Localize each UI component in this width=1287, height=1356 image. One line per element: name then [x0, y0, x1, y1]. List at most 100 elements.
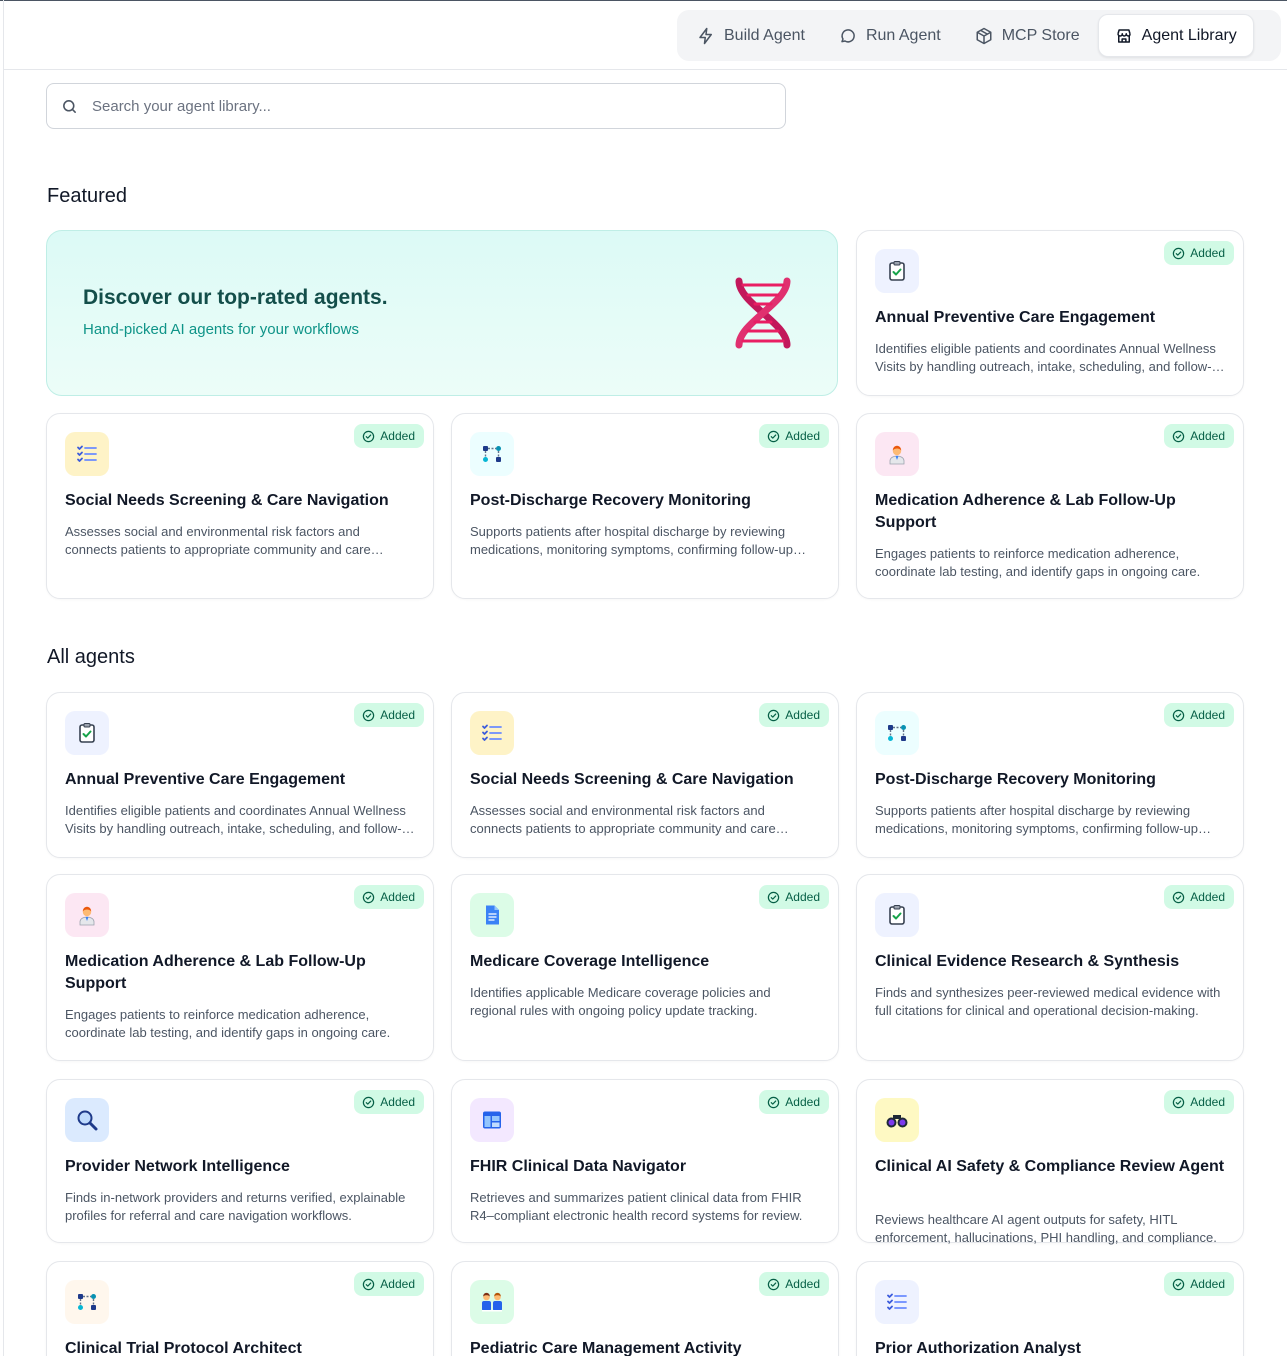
agent-card[interactable]: Added Post-Discharge Recovery Monitoring S…: [451, 413, 839, 599]
agent-card[interactable]: Added Pediatric Care Management Activity: [451, 1261, 839, 1356]
added-badge: Added: [1164, 1272, 1234, 1296]
badge-label: Added: [380, 708, 415, 722]
agent-card[interactable]: Added Clinical Evidence Research & Synthe…: [856, 874, 1244, 1061]
agent-icon-box: [470, 432, 514, 476]
agent-icon-box: [875, 249, 919, 293]
agent-description: Retrieves and summarizes patient clinica…: [470, 1190, 803, 1223]
agent-card[interactable]: Added Annual Preventive Care Engagement Id…: [856, 230, 1244, 396]
tab-label: Run Agent: [865, 26, 941, 44]
badge-label: Added: [380, 1095, 415, 1109]
agent-card[interactable]: Added Social Needs Screening & Care Navig…: [46, 413, 434, 599]
agent-title: Prior Authorization Analyst: [875, 1340, 1081, 1356]
store-icon: [1116, 28, 1131, 43]
clipboard-check-icon: [885, 903, 909, 927]
workflow-icon: [75, 1290, 99, 1314]
agent-description: Finds in-network providers and returns v…: [65, 1190, 406, 1223]
agent-card[interactable]: Added Social Needs Screening & Care Navig…: [451, 692, 839, 858]
agent-description: Supports patients after hospital dischar…: [470, 524, 793, 557]
agent-card[interactable]: Added Prior Authorization Analyst: [856, 1261, 1244, 1356]
agent-title: Annual Preventive Care Engagement: [875, 309, 1156, 326]
agent-title: FHIR Clinical Data Navigator: [470, 1158, 687, 1175]
agent-description: Engages patients to reinforce medication…: [65, 1007, 391, 1040]
agent-title: Medication Adherence & Lab Follow-Up Sup…: [875, 492, 1176, 531]
agent-description: Supports patients after hospital dischar…: [875, 803, 1198, 836]
workflow-icon: [885, 721, 909, 745]
agent-card[interactable]: Added Clinical Trial Protocol Architect: [46, 1261, 434, 1356]
agent-card[interactable]: Added FHIR Clinical Data Navigator Retriev…: [451, 1079, 839, 1243]
check-circle-icon: [768, 1096, 780, 1108]
check-circle-icon: [768, 709, 780, 721]
agent-card[interactable]: Added Post-Discharge Recovery Monitoring S…: [856, 692, 1244, 858]
added-badge: Added: [759, 703, 829, 727]
added-badge: Added: [354, 424, 424, 448]
agent-title: Clinical Evidence Research & Synthesis: [875, 953, 1180, 970]
added-badge: Added: [759, 424, 829, 448]
agent-title: Social Needs Screening & Care Navigation: [65, 492, 389, 509]
agent-card[interactable]: Added Medication Adherence & Lab Follow-U…: [856, 413, 1244, 599]
added-badge: Added: [759, 1090, 829, 1114]
agent-title: Post-Discharge Recovery Monitoring: [470, 492, 751, 509]
tab-run-agent[interactable]: Run Agent: [823, 14, 957, 57]
dna-icon: [735, 277, 791, 349]
hero-subtitle: Hand-picked AI agents for your workflows: [83, 321, 359, 338]
badge-label: Added: [1190, 708, 1225, 722]
agent-icon-box: [875, 432, 919, 476]
badge-label: Added: [785, 1277, 820, 1291]
added-badge: Added: [1164, 241, 1234, 265]
added-badge: Added: [759, 885, 829, 909]
badge-label: Added: [1190, 246, 1225, 260]
badge-label: Added: [380, 1277, 415, 1291]
featured-heading: Featured: [47, 185, 128, 207]
check-circle-icon: [768, 1278, 780, 1290]
clipboard-check-icon: [75, 721, 99, 745]
check-circle-icon: [1173, 1096, 1185, 1108]
clipboard-check-icon: [885, 259, 909, 283]
agent-card[interactable]: Added Clinical AI Safety & Compliance Rev…: [856, 1079, 1244, 1245]
agent-title: Medicare Coverage Intelligence: [470, 953, 710, 970]
agent-title: Clinical AI Safety & Compliance Review A…: [875, 1158, 1225, 1175]
tab-agent-library[interactable]: Agent Library: [1097, 14, 1254, 57]
agent-card[interactable]: Added Medication Adherence & Lab Follow-U…: [46, 874, 434, 1061]
chat-bubble-icon: [841, 28, 855, 43]
agent-title: Annual Preventive Care Engagement: [65, 771, 346, 788]
badge-label: Added: [785, 429, 820, 443]
magnifier-icon: [75, 1108, 99, 1132]
search-input[interactable]: [92, 97, 752, 115]
agent-title: Post-Discharge Recovery Monitoring: [875, 771, 1156, 788]
left-border: [3, 0, 4, 1356]
agent-icon-box: [470, 1098, 514, 1142]
featured-hero-banner[interactable]: Discover our top-rated agents. Hand-pick…: [46, 230, 838, 396]
agent-icon-box: [470, 893, 514, 937]
agent-icon-box: [65, 893, 109, 937]
agent-card[interactable]: Added Annual Preventive Care Engagement Id…: [46, 692, 434, 858]
binoculars-icon: [885, 1108, 909, 1132]
added-badge: Added: [1164, 424, 1234, 448]
check-circle-icon: [1173, 709, 1185, 721]
added-badge: Added: [1164, 1090, 1234, 1114]
check-circle-icon: [1173, 247, 1185, 259]
badge-label: Added: [1190, 890, 1225, 904]
badge-label: Added: [1190, 1095, 1225, 1109]
agent-card[interactable]: Added Medicare Coverage Intelligence Ident…: [451, 874, 839, 1061]
package-icon: [976, 27, 992, 44]
added-badge: Added: [354, 885, 424, 909]
agent-icon-box: [65, 711, 109, 755]
tab-label: MCP Store: [1001, 26, 1080, 44]
badge-label: Added: [1190, 429, 1225, 443]
badge-label: Added: [785, 1095, 820, 1109]
agent-icon-box: [470, 711, 514, 755]
search-icon: [63, 99, 76, 113]
agent-card[interactable]: Added Provider Network Intelligence Finds …: [46, 1079, 434, 1243]
checklist-icon: [480, 721, 504, 745]
hero-title: Discover our top-rated agents.: [83, 286, 388, 309]
check-circle-icon: [1173, 430, 1185, 442]
agent-description: Engages patients to reinforce medication…: [875, 546, 1201, 579]
agent-title: Provider Network Intelligence: [65, 1158, 290, 1175]
added-badge: Added: [759, 1272, 829, 1296]
tab-label: Build Agent: [724, 26, 805, 44]
tab-build-agent[interactable]: Build Agent: [681, 14, 821, 57]
tab-mcp-store[interactable]: MCP Store: [959, 14, 1096, 57]
agent-icon-box: [875, 893, 919, 937]
doctor-icon: [75, 903, 99, 927]
search-bar[interactable]: [46, 83, 786, 129]
